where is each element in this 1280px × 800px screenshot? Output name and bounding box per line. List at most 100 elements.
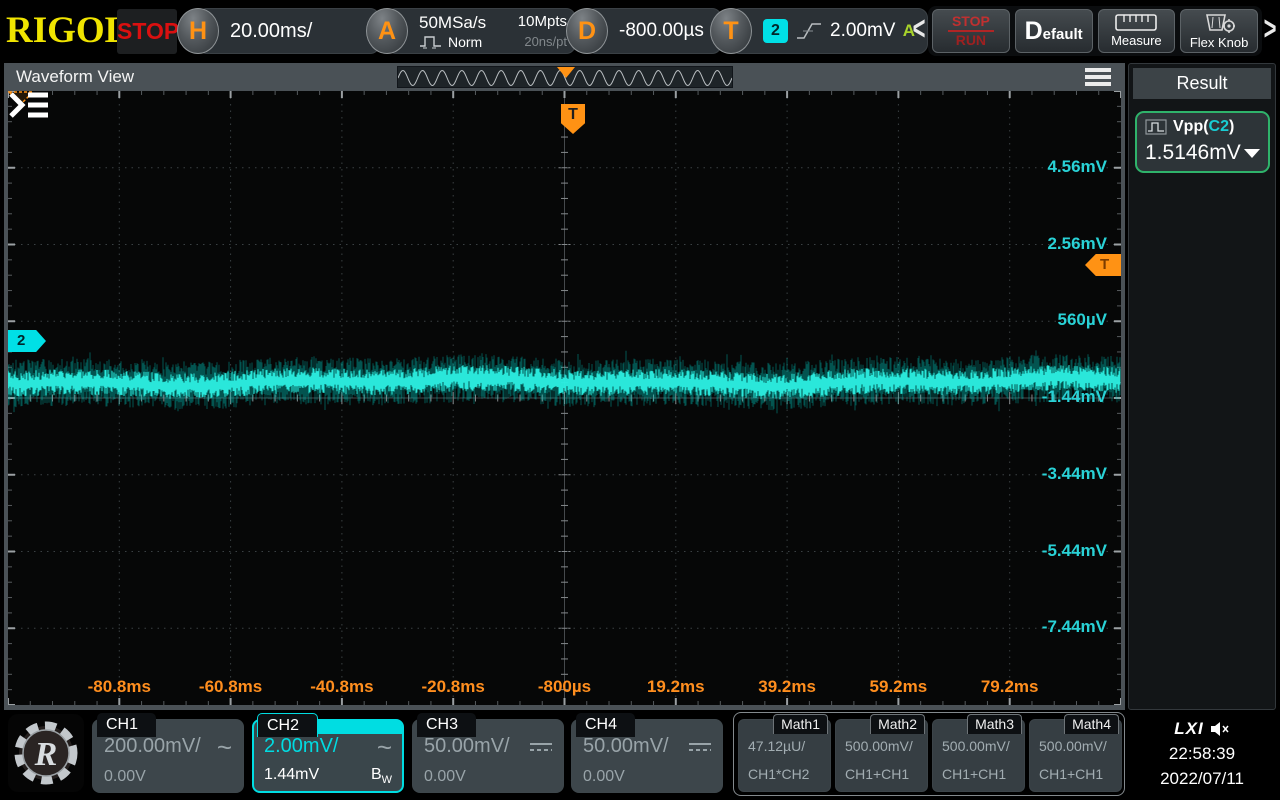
measure-button[interactable]: Measure [1098, 9, 1176, 53]
toolbar-expand-right-icon[interactable]: > [1263, 10, 1277, 49]
time-label: 19.2ms [628, 677, 724, 697]
measure-label: Measure [1111, 33, 1162, 48]
trigger-knob[interactable]: T [710, 8, 752, 54]
voltage-label: -3.44mV [1042, 464, 1107, 484]
channel-card-CH4[interactable]: CH450.00mV/0.00V [571, 713, 723, 793]
acquisition-group[interactable]: A 50MSa/s 10Mpts Norm 20ns/pt [366, 8, 576, 54]
voltage-label: -7.44mV [1042, 617, 1107, 637]
math-expression: CH1+CH1 [1039, 766, 1103, 782]
stop-run-button[interactable]: STOP RUN [932, 9, 1010, 53]
graticule[interactable]: T 2 T 4.56mV2.56mV560µV-1.44mV-3.44mV-5.… [8, 91, 1121, 705]
channel-card-CH3[interactable]: CH350.00mV/0.00V [412, 713, 564, 793]
math-scale: 47.12µU/ [748, 738, 805, 754]
math-card-Math3[interactable]: Math3500.00mV/CH1+CH1 [932, 719, 1025, 792]
channel-scale: 50.00mV/ [424, 735, 510, 758]
acquire-mode: Norm [448, 34, 482, 50]
channel-scale: 50.00mV/ [583, 735, 669, 758]
oscilloscope-screen: RIGOL STOP H 20.00ms/ A 50MSa/s 10Mpts N… [0, 0, 1280, 800]
channel-card-CH1[interactable]: CH1200.00mV/ ~0.00V [92, 713, 244, 793]
math-tab[interactable]: Math3 [967, 714, 1022, 734]
math-cards-group: Math147.12µU/CH1*CH2Math2500.00mV/CH1+CH… [733, 712, 1125, 796]
preview-trigger-position-icon[interactable] [557, 67, 575, 78]
svg-text:R: R [34, 736, 58, 773]
rigol-gear-logo-button[interactable]: R [8, 714, 84, 792]
graticule-menu-icon[interactable] [8, 91, 50, 119]
horizontal-scale[interactable]: 20.00ms/ [197, 8, 380, 54]
voltage-label: -1.44mV [1042, 387, 1107, 407]
waveform-view-title: Waveform View [16, 63, 134, 91]
channel-scale: 200.00mV/ [104, 735, 201, 758]
result-panel-title: Result [1133, 68, 1271, 99]
math-card-Math2[interactable]: Math2500.00mV/CH1+CH1 [835, 719, 928, 792]
memory-depth: 10Mpts [509, 13, 567, 33]
time-label: -20.8ms [405, 677, 501, 697]
channel-offset: 0.00V [104, 768, 146, 786]
voltage-label: -5.44mV [1042, 541, 1107, 561]
system-status-block[interactable]: LXI 22:58:39 2022/07/11 [1128, 712, 1276, 796]
default-button[interactable]: Default [1015, 9, 1093, 53]
sound-muted-icon [1210, 721, 1230, 737]
measurement-value: 1.5146mV [1145, 141, 1241, 165]
channel-tab[interactable]: CH1 [97, 713, 156, 737]
ac-coupling-icon: ~ [377, 738, 392, 756]
acquisition-info[interactable]: 50MSa/s 10Mpts Norm 20ns/pt [386, 8, 576, 54]
voltage-label: 560µV [1058, 310, 1108, 330]
measurement-label: Vpp(C2) [1173, 118, 1234, 136]
trigger-info[interactable]: 2 2.00mV A [730, 8, 928, 54]
channel-card-CH2[interactable]: CH22.00mV/ ~1.44mV BW [252, 713, 404, 793]
waveform-header: Waveform View [4, 63, 1125, 91]
channel-scale-row: 50.00mV/ [424, 735, 552, 758]
measurement-result-card[interactable]: Vpp(C2) 1.5146mV [1135, 111, 1270, 173]
bandwidth-limit-label: BW [371, 766, 392, 786]
waveform-pane: Waveform View T 2 T 4.56mV2.56mV560µV-1.… [4, 63, 1125, 710]
trigger-group[interactable]: T 2 2.00mV A [710, 8, 928, 54]
delay-value-text: -800.00µs [619, 20, 704, 42]
rigol-logo: RIGOL [6, 8, 116, 54]
stop-label: STOP [952, 14, 990, 29]
flex-knob-icon [1199, 13, 1239, 33]
math-card-Math1[interactable]: Math147.12µU/CH1*CH2 [738, 719, 831, 792]
sample-rate: 50MSa/s [419, 13, 495, 33]
ac-coupling-icon: ~ [217, 738, 232, 756]
flex-knob-label: Flex Knob [1190, 35, 1249, 50]
channel-offset-row: 0.00V [424, 768, 552, 786]
trigger-source-badge: 2 [763, 19, 788, 43]
channel-scale-row: 50.00mV/ [583, 735, 711, 758]
system-date: 2022/07/11 [1128, 766, 1276, 791]
time-label: 79.2ms [962, 677, 1058, 697]
dropdown-caret-icon[interactable] [1244, 149, 1260, 158]
voltage-label: 4.56mV [1047, 157, 1107, 177]
math-expression: CH1+CH1 [942, 766, 1006, 782]
time-label: 39.2ms [739, 677, 835, 697]
channel-offset: 1.44mV [264, 766, 319, 784]
channel-offset-row: 0.00V [583, 768, 711, 786]
channel-tab[interactable]: CH2 [257, 713, 318, 737]
math-tab[interactable]: Math2 [870, 714, 925, 734]
menu-icon[interactable] [1085, 68, 1111, 89]
channel-offset: 0.00V [583, 768, 625, 786]
channel-tab[interactable]: CH4 [576, 713, 635, 737]
flex-knob-button[interactable]: Flex Knob [1180, 9, 1258, 53]
horizontal-group[interactable]: H 20.00ms/ [177, 8, 380, 54]
channel-offset-row: 1.44mV BW [264, 766, 392, 786]
acquire-mode-icon [419, 34, 443, 49]
horizontal-scale-value: 20.00ms/ [230, 20, 312, 43]
run-label: RUN [956, 33, 986, 48]
quick-buttons: STOP RUN Default Measure Flex Knob [928, 6, 1262, 56]
channel-scale: 2.00mV/ [264, 735, 338, 758]
math-tab[interactable]: Math4 [1064, 714, 1119, 734]
time-label: -800µs [517, 677, 613, 697]
delay-knob[interactable]: D [566, 8, 608, 54]
math-card-Math4[interactable]: Math4500.00mV/CH1+CH1 [1029, 719, 1122, 792]
time-label: -40.8ms [294, 677, 390, 697]
channel-tab[interactable]: CH3 [417, 713, 476, 737]
waveform-position-preview[interactable] [397, 66, 733, 88]
delay-group[interactable]: D -800.00µs [566, 8, 722, 54]
run-state-indicator[interactable]: STOP [117, 9, 177, 54]
toolbar-collapse-left-icon[interactable]: < [912, 10, 926, 49]
horizontal-knob[interactable]: H [177, 8, 219, 54]
rising-edge-icon [795, 19, 823, 43]
math-tab[interactable]: Math1 [773, 714, 828, 734]
time-label: -80.8ms [71, 677, 167, 697]
acquisition-knob[interactable]: A [366, 8, 408, 54]
